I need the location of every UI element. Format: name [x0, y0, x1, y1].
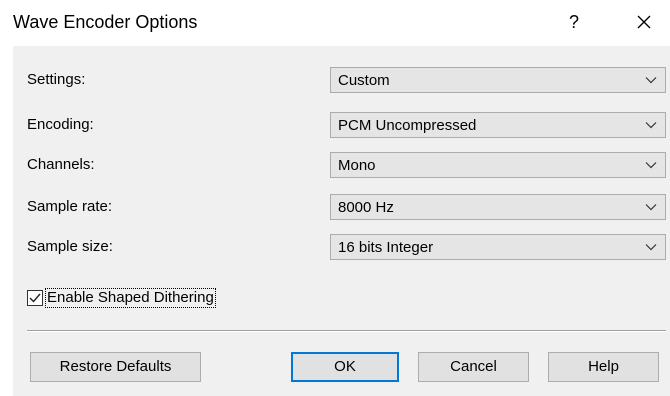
sample-size-dropdown[interactable]: 16 bits Integer	[330, 234, 666, 260]
separator	[27, 330, 666, 332]
channels-label: Channels:	[27, 156, 95, 173]
sample-size-label: Sample size:	[27, 238, 113, 255]
close-icon	[637, 15, 651, 29]
sample-rate-value: 8000 Hz	[338, 199, 394, 216]
dialog-content: Settings: Custom Encoding: PCM Uncompres…	[13, 46, 670, 396]
shaped-dithering-checkbox[interactable]	[27, 290, 43, 306]
chevron-down-icon	[645, 162, 657, 169]
checkmark-icon	[29, 293, 41, 303]
close-button[interactable]	[626, 8, 662, 36]
chevron-down-icon	[645, 122, 657, 129]
encoding-dropdown[interactable]: PCM Uncompressed	[330, 112, 666, 138]
cancel-button[interactable]: Cancel	[418, 352, 529, 382]
channels-dropdown[interactable]: Mono	[330, 152, 666, 178]
chevron-down-icon	[645, 244, 657, 251]
sample-size-value: 16 bits Integer	[338, 239, 434, 256]
shaped-dithering-label[interactable]: Enable Shaped Dithering	[45, 288, 216, 308]
sample-rate-dropdown[interactable]: 8000 Hz	[330, 194, 666, 220]
sample-rate-label: Sample rate:	[27, 198, 113, 215]
restore-defaults-button[interactable]: Restore Defaults	[30, 352, 201, 382]
chevron-down-icon	[645, 204, 657, 211]
title-bar[interactable]: Wave Encoder Options ?	[0, 0, 670, 46]
settings-label: Settings:	[27, 71, 86, 88]
settings-value: Custom	[338, 72, 390, 89]
settings-dropdown[interactable]: Custom	[330, 67, 666, 93]
ok-button[interactable]: OK	[291, 352, 399, 382]
chevron-down-icon	[645, 77, 657, 84]
encoding-value: PCM Uncompressed	[338, 117, 477, 134]
wave-encoder-options-dialog: Wave Encoder Options ? Settings: Custom …	[0, 0, 670, 396]
dialog-title: Wave Encoder Options	[13, 12, 198, 32]
help-title-button[interactable]: ?	[556, 8, 592, 36]
help-button[interactable]: Help	[548, 352, 659, 382]
channels-value: Mono	[338, 157, 376, 174]
encoding-label: Encoding:	[27, 116, 94, 133]
